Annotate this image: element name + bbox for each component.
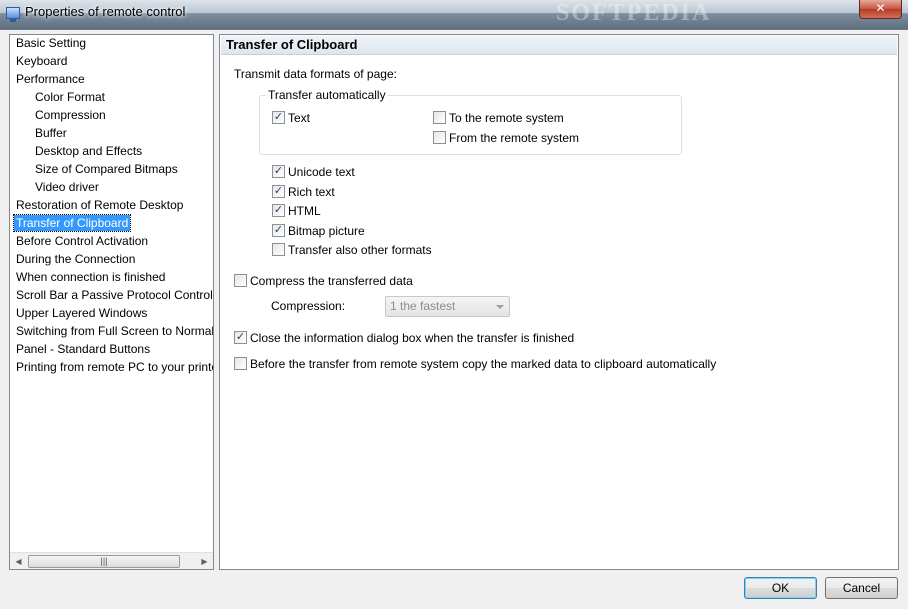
close-window-button[interactable]: ✕ (859, 0, 902, 19)
chevron-down-icon (496, 305, 504, 309)
window-title: Properties of remote control (25, 4, 186, 19)
compression-select[interactable]: 1 the fastest (385, 296, 510, 317)
format-label: Unicode text (288, 165, 355, 179)
compress-label: Compress the transferred data (250, 274, 413, 288)
transfer-automatically-group: Transfer automatically ✓ Text To the rem… (259, 88, 682, 155)
ok-button[interactable]: OK (744, 577, 817, 599)
tree-item[interactable]: Size of Compared Bitmaps (33, 161, 180, 177)
scroll-left-arrow-icon[interactable]: ◀ (10, 553, 27, 570)
tree-item[interactable]: Printing from remote PC to your printer (14, 359, 213, 375)
tree-horizontal-scrollbar[interactable]: ◀ ||| ▶ (10, 552, 213, 569)
from-remote-label: From the remote system (449, 131, 580, 145)
tree-item[interactable]: During the Connection (14, 251, 137, 267)
format-checkbox[interactable]: ✓ (272, 184, 285, 198)
softpedia-watermark: SOFTPEDIA (556, 0, 712, 26)
remote-control-app-icon (6, 7, 20, 22)
format-checkbox[interactable]: ✓ (272, 204, 285, 218)
format-checkbox[interactable] (272, 243, 285, 257)
cancel-button[interactable]: Cancel (825, 577, 898, 599)
tree-item[interactable]: Switching from Full Screen to Normal (14, 323, 213, 339)
title-bar: Properties of remote control SOFTPEDIA ✕ (0, 0, 908, 30)
tree-item[interactable]: Panel - Standard Buttons (14, 341, 152, 357)
tree-item[interactable]: Upper Layered Windows (14, 305, 149, 321)
tree-item[interactable]: Video driver (33, 179, 101, 195)
tree-item[interactable]: Restoration of Remote Desktop (14, 197, 185, 213)
group-legend: Transfer automatically (266, 88, 388, 102)
tree-item[interactable]: Keyboard (14, 53, 69, 69)
tree-item[interactable]: Transfer of Clipboard (12, 214, 132, 232)
format-label: Rich text (288, 184, 335, 199)
tree-item[interactable]: Compression (33, 107, 108, 123)
settings-tree[interactable]: Basic Setting Keyboard Performance Color Fo… (9, 34, 214, 570)
format-label: Bitmap picture (288, 223, 365, 238)
tree-item[interactable]: When connection is finished (14, 269, 167, 285)
to-remote-checkbox[interactable] (433, 111, 446, 124)
format-label: HTML (288, 204, 321, 219)
panel-title: Transfer of Clipboard (221, 36, 897, 55)
format-label: Transfer also other formats (288, 243, 432, 258)
text-checkbox[interactable]: ✓ (272, 111, 285, 124)
auto-copy-checkbox[interactable] (234, 357, 247, 370)
scrollbar-thumb[interactable]: ||| (28, 555, 180, 568)
intro-label: Transmit data formats of page: (234, 67, 397, 81)
auto-copy-label: Before the transfer from remote system c… (250, 357, 717, 371)
compression-select-value: 1 the fastest (390, 299, 456, 313)
to-remote-label: To the remote system (449, 111, 564, 125)
tree-item[interactable]: Buffer (33, 125, 69, 141)
text-checkbox-label: Text (288, 111, 311, 125)
format-checkbox[interactable]: ✓ (272, 165, 285, 178)
tree-item[interactable]: Basic Setting (14, 35, 88, 51)
format-checkbox[interactable]: ✓ (272, 223, 285, 237)
tree-item[interactable]: Desktop and Effects (33, 143, 144, 159)
settings-panel: Transfer of Clipboard Transmit data form… (219, 34, 899, 570)
tree-item[interactable]: Performance (14, 71, 87, 87)
tree-item[interactable]: Before Control Activation (14, 233, 150, 249)
tree-item[interactable]: Scroll Bar a Passive Protocol Control (14, 287, 213, 303)
compression-label: Compression: (271, 299, 346, 313)
tree-item[interactable]: Color Format (33, 89, 107, 105)
scroll-right-arrow-icon[interactable]: ▶ (196, 553, 213, 570)
close-dialog-checkbox[interactable]: ✓ (234, 331, 247, 344)
close-dialog-label: Close the information dialog box when th… (250, 331, 575, 345)
from-remote-checkbox[interactable] (433, 131, 446, 144)
compress-checkbox[interactable] (234, 274, 247, 287)
